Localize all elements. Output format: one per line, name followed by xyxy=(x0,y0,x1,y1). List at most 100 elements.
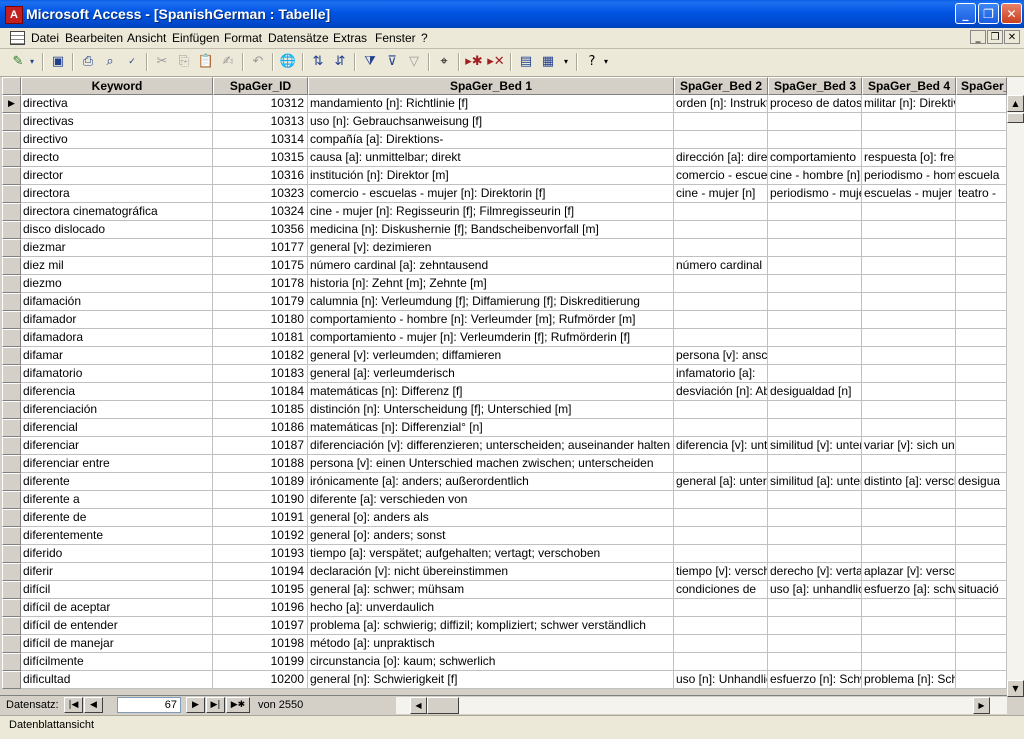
cell-spager-id[interactable]: 10195 xyxy=(213,581,308,599)
cell-spager-bed-4[interactable] xyxy=(862,545,956,563)
cell-spager-id[interactable]: 10313 xyxy=(213,113,308,131)
cell-spager-id[interactable]: 10192 xyxy=(213,527,308,545)
cell-keyword[interactable]: disco dislocado xyxy=(21,221,213,239)
record-selector[interactable] xyxy=(2,563,21,581)
cell-spager-bed-4[interactable]: escuelas - mujer xyxy=(862,185,956,203)
cell-spager-bed-2[interactable]: persona [v]: anschwärzen xyxy=(674,347,768,365)
cell-spager-bed-3[interactable] xyxy=(768,275,862,293)
cell-spager-bed-2[interactable]: comercio - escuelas xyxy=(674,167,768,185)
cell-spager-bed-3[interactable]: esfuerzo [n]: Schwere xyxy=(768,671,862,689)
access-app-icon[interactable]: A xyxy=(5,6,23,24)
table-row[interactable]: difamar 10182 general [v]: verleumden; dif… xyxy=(2,347,1007,365)
cell-spager-bed-4[interactable]: aplazar [v]: verschieben xyxy=(862,563,956,581)
cell-spager-bed-2[interactable] xyxy=(674,617,768,635)
cell-spager-bed-2[interactable] xyxy=(674,455,768,473)
cell-spager-id[interactable]: 10323 xyxy=(213,185,308,203)
cell-spager-bed-1[interactable]: compañía [a]: Direktions- xyxy=(308,131,674,149)
table-row[interactable]: diferentemente 10192 general [o]: anders; … xyxy=(2,527,1007,545)
record-selector[interactable] xyxy=(2,203,21,221)
cell-spager-id[interactable]: 10177 xyxy=(213,239,308,257)
cell-spager-id[interactable]: 10314 xyxy=(213,131,308,149)
record-selector[interactable] xyxy=(2,149,21,167)
cell-spager-bed-4[interactable] xyxy=(862,239,956,257)
cell-keyword[interactable]: difícilmente xyxy=(21,653,213,671)
cell-spager-bed-2[interactable]: infamatorio [a]: xyxy=(674,365,768,383)
cell-spager-bed-2[interactable]: cine - mujer [n] xyxy=(674,185,768,203)
cell-keyword[interactable]: diferencial xyxy=(21,419,213,437)
properties-icon[interactable]: ▤ xyxy=(516,52,536,72)
cell-spager-bed-1[interactable]: historia [n]: Zehnt [m]; Zehnte [m] xyxy=(308,275,674,293)
table-row[interactable]: difamador 10180 comportamiento - hombre [n… xyxy=(2,311,1007,329)
cell-spager-id[interactable]: 10315 xyxy=(213,149,308,167)
table-row[interactable]: difícil 10195 general [a]: schwer; mühsam c… xyxy=(2,581,1007,599)
cell-spager-bed-3[interactable]: cine - hombre [n] xyxy=(768,167,862,185)
cell-keyword[interactable]: diferenciación xyxy=(21,401,213,419)
cell-spager-bed-5[interactable] xyxy=(956,671,1007,689)
record-selector[interactable] xyxy=(2,401,21,419)
record-selector[interactable] xyxy=(2,581,21,599)
cell-spager-id[interactable]: 10180 xyxy=(213,311,308,329)
table-row[interactable]: difamatorio 10183 general [a]: verleumderi… xyxy=(2,365,1007,383)
cell-keyword[interactable]: directivo xyxy=(21,131,213,149)
cell-spager-bed-1[interactable]: general [v]: verleumden; diffamieren xyxy=(308,347,674,365)
vertical-scrollbar[interactable]: ▲ ▼ xyxy=(1007,77,1024,697)
cell-spager-id[interactable]: 10312 xyxy=(213,95,308,113)
record-selector[interactable] xyxy=(2,527,21,545)
record-selector[interactable] xyxy=(2,437,21,455)
cell-spager-bed-3[interactable] xyxy=(768,329,862,347)
cell-spager-id[interactable]: 10178 xyxy=(213,275,308,293)
cell-keyword[interactable]: diferente de xyxy=(21,509,213,527)
record-selector[interactable] xyxy=(2,617,21,635)
apply-filter-icon[interactable]: ▽ xyxy=(404,52,424,72)
select-all-corner[interactable] xyxy=(2,77,21,95)
cell-spager-bed-1[interactable]: institución [n]: Direktor [m] xyxy=(308,167,674,185)
cell-spager-bed-1[interactable]: general [v]: dezimieren xyxy=(308,239,674,257)
cell-spager-bed-4[interactable] xyxy=(862,653,956,671)
cell-keyword[interactable]: difícil de entender xyxy=(21,617,213,635)
cell-spager-bed-4[interactable] xyxy=(862,455,956,473)
cell-spager-bed-5[interactable] xyxy=(956,131,1007,149)
cell-spager-bed-3[interactable] xyxy=(768,455,862,473)
table-row[interactable]: diferir 10194 declaración [v]: nicht übere… xyxy=(2,563,1007,581)
cell-spager-bed-3[interactable] xyxy=(768,203,862,221)
cell-keyword[interactable]: difamadora xyxy=(21,329,213,347)
cell-spager-bed-5[interactable] xyxy=(956,419,1007,437)
cell-spager-bed-2[interactable]: número cardinal xyxy=(674,257,768,275)
column-header-keyword[interactable]: Keyword xyxy=(21,77,213,95)
cell-spager-bed-3[interactable]: desigualdad [n] xyxy=(768,383,862,401)
cell-keyword[interactable]: diferido xyxy=(21,545,213,563)
table-row[interactable]: directivo 10314 compañía [a]: Direktions- xyxy=(2,131,1007,149)
scroll-up-button[interactable]: ▲ xyxy=(1007,95,1024,112)
cell-spager-bed-1[interactable]: general [o]: anders; sonst xyxy=(308,527,674,545)
record-selector[interactable] xyxy=(2,383,21,401)
insert-hyperlink-icon[interactable]: 🌐 xyxy=(278,52,298,72)
record-selector[interactable] xyxy=(2,473,21,491)
table-row[interactable]: directivas 10313 uso [n]: Gebrauchsanweisu… xyxy=(2,113,1007,131)
cell-spager-id[interactable]: 10181 xyxy=(213,329,308,347)
menu-help[interactable]: ? xyxy=(421,31,428,45)
cell-spager-bed-5[interactable] xyxy=(956,491,1007,509)
menu-bearbeiten[interactable]: Bearbeiten xyxy=(65,31,123,45)
cell-spager-id[interactable]: 10194 xyxy=(213,563,308,581)
cell-keyword[interactable]: diezmar xyxy=(21,239,213,257)
cell-spager-bed-1[interactable]: comportamiento - mujer [n]: Verleumderin… xyxy=(308,329,674,347)
cell-spager-bed-4[interactable] xyxy=(862,311,956,329)
cell-spager-bed-1[interactable]: matemáticas [n]: Differenzial° [n] xyxy=(308,419,674,437)
cell-keyword[interactable]: directivas xyxy=(21,113,213,131)
cell-spager-bed-4[interactable]: respuesta [o]: frei xyxy=(862,149,956,167)
cell-keyword[interactable]: difícil de manejar xyxy=(21,635,213,653)
cell-spager-bed-1[interactable]: medicina [n]: Diskushernie [f]; Bandsche… xyxy=(308,221,674,239)
cell-spager-bed-5[interactable] xyxy=(956,149,1007,167)
cell-spager-bed-4[interactable] xyxy=(862,221,956,239)
table-row[interactable]: diferente a 10190 diferente [a]: verschied… xyxy=(2,491,1007,509)
record-selector[interactable] xyxy=(2,239,21,257)
record-selector[interactable] xyxy=(2,329,21,347)
cell-spager-bed-4[interactable]: militar [n]: Direktive xyxy=(862,95,956,113)
cell-spager-bed-5[interactable] xyxy=(956,221,1007,239)
cell-keyword[interactable]: diferentemente xyxy=(21,527,213,545)
cell-spager-bed-2[interactable] xyxy=(674,545,768,563)
cell-keyword[interactable]: diferencia xyxy=(21,383,213,401)
table-row[interactable]: difamación 10179 calumnia [n]: Verleumdung… xyxy=(2,293,1007,311)
cell-spager-bed-2[interactable] xyxy=(674,491,768,509)
cell-spager-bed-5[interactable] xyxy=(956,635,1007,653)
